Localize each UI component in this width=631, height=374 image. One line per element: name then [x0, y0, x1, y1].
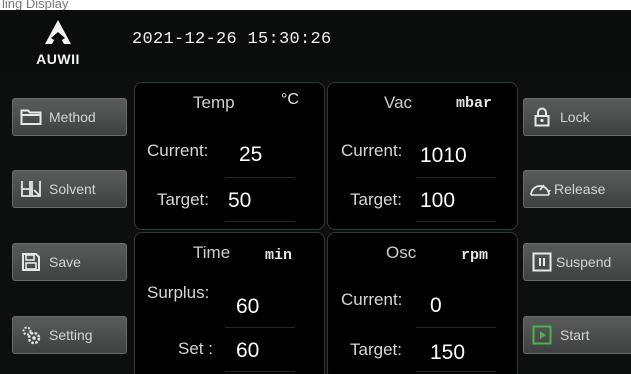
- beakers-icon: [19, 177, 43, 201]
- method-button-label: Method: [49, 109, 96, 125]
- vacuum-gauge-icon: [528, 177, 552, 201]
- temp-current-value: 25: [239, 143, 263, 166]
- gears-icon: [19, 323, 43, 347]
- temp-current-underline: [225, 177, 295, 178]
- vac-title: Vac: [384, 93, 413, 112]
- vac-current-value: 1010: [420, 144, 467, 167]
- setting-button-label: Setting: [49, 327, 93, 343]
- osc-current-underline: [416, 327, 496, 328]
- time-surplus-value: 60: [236, 295, 260, 318]
- lock-button[interactable]: Lock: [523, 98, 631, 136]
- time-surplus-underline: [225, 327, 295, 328]
- temp-target-label: Target:: [157, 190, 209, 209]
- play-icon: [530, 323, 554, 347]
- floppy-disk-icon: [19, 250, 43, 274]
- logo-text: AUWII: [36, 51, 80, 67]
- save-button[interactable]: Save: [12, 243, 127, 281]
- vac-panel: Vac mbar Current: 1010 Target: 100: [327, 82, 518, 230]
- vac-target-label: Target:: [350, 190, 402, 209]
- vac-unit: mbar: [456, 95, 493, 112]
- osc-panel: Osc rpm Current: 0 Target: 150: [327, 232, 518, 374]
- vac-current-label: Current:: [341, 141, 403, 160]
- lock-button-label: Lock: [560, 109, 590, 125]
- start-button[interactable]: Start: [523, 316, 631, 354]
- solvent-button[interactable]: Solvent: [12, 170, 127, 208]
- temp-target-underline: [225, 221, 295, 222]
- osc-title: Osc: [386, 243, 417, 262]
- brand-logo: AUWII: [30, 18, 86, 68]
- method-button[interactable]: Method: [12, 98, 127, 136]
- pause-icon: [530, 250, 554, 274]
- temp-title: Temp: [193, 93, 235, 112]
- start-button-label: Start: [560, 327, 590, 343]
- folder-icon: [19, 105, 43, 129]
- temp-panel: Temp °C Current: 25 Target: 50: [134, 82, 325, 230]
- padlock-icon: [530, 105, 554, 129]
- time-set-label: Set :: [178, 339, 213, 358]
- header-bar: AUWII 2021-12-26 15:30:26: [0, 10, 631, 72]
- osc-current-value: 0: [430, 294, 442, 317]
- time-unit: min: [265, 247, 293, 264]
- release-button[interactable]: Release: [523, 170, 631, 208]
- vac-target-field[interactable]: 100: [420, 189, 455, 213]
- suspend-button[interactable]: Suspend: [523, 243, 631, 281]
- time-set-underline: [225, 371, 295, 372]
- suspend-button-label: Suspend: [556, 254, 612, 270]
- time-title: Time: [193, 243, 231, 262]
- auwii-logo-icon: [45, 20, 71, 44]
- osc-current-label: Current:: [341, 290, 403, 309]
- temp-unit: °C: [281, 91, 299, 108]
- vac-current-underline: [416, 177, 496, 178]
- release-button-label: Release: [554, 181, 606, 197]
- temp-current-label: Current:: [147, 141, 209, 160]
- datetime-display: 2021-12-26 15:30:26: [132, 30, 332, 49]
- time-set-field[interactable]: 60: [236, 339, 259, 363]
- osc-target-underline: [416, 371, 496, 372]
- setting-button[interactable]: Setting: [12, 316, 127, 354]
- temp-target-field[interactable]: 50: [228, 189, 251, 213]
- osc-target-field[interactable]: 150: [430, 341, 465, 365]
- osc-unit: rpm: [461, 247, 489, 264]
- save-button-label: Save: [49, 254, 81, 270]
- solvent-button-label: Solvent: [49, 181, 96, 197]
- time-panel: Time min Surplus: 60 Set : 60: [134, 232, 325, 374]
- osc-target-label: Target:: [350, 340, 402, 359]
- time-surplus-label: Surplus:: [147, 283, 210, 302]
- device-screen: AUWII 2021-12-26 15:30:26 Method Solvent…: [0, 10, 631, 374]
- vac-target-underline: [416, 221, 496, 222]
